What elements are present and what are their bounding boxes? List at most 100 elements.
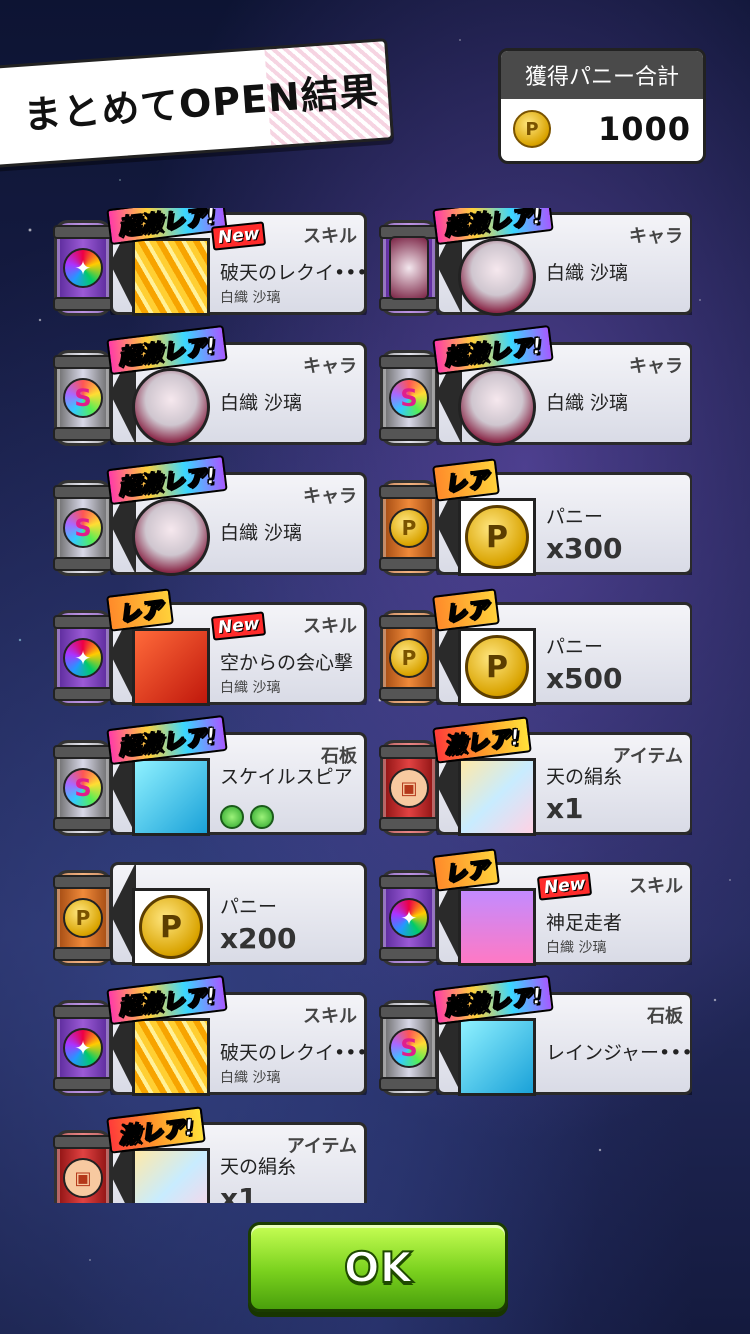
reward-name: パニー [546, 636, 604, 658]
pannie-total-value: 1000 [597, 110, 691, 148]
capsule-icon: P [53, 870, 113, 966]
coin-icon: P [513, 110, 551, 148]
reward-name: 空からの会心撃 [220, 652, 354, 674]
result-card[interactable]: S 超激レア! キャラ 白織 沙璃 [52, 454, 367, 576]
capsule-emblem-icon: S [63, 508, 103, 548]
capsule-icon: ✦ [53, 220, 113, 316]
pannie-total-panel: 獲得パニー合計 P 1000 [498, 48, 706, 164]
reward-type-label: アイテム [612, 746, 683, 767]
reward-thumbnail [458, 758, 536, 836]
reward-type-label: スキル [303, 616, 357, 637]
character-owner: 白織 沙璃 [220, 1070, 281, 1086]
reward-type-label: スキル [303, 1006, 357, 1027]
capsule-emblem-icon: S [63, 378, 103, 418]
reward-name: 白織 沙璃 [220, 392, 303, 414]
capsule-emblem-icon: S [63, 768, 103, 808]
character-owner: 白織 沙璃 [546, 940, 607, 956]
reward-thumbnail [458, 1018, 536, 1096]
reward-name: 破天のレクイ••• [220, 1042, 368, 1064]
character-owner: 白織 沙璃 [220, 680, 281, 696]
capsule-emblem-icon: ✦ [63, 638, 103, 678]
ok-button[interactable]: OK [248, 1222, 508, 1312]
result-card[interactable]: S 超激レア! 石板 レインジャー••• [378, 974, 692, 1096]
element-icon [220, 805, 244, 829]
capsule-emblem-icon [389, 236, 429, 300]
capsule-emblem-icon: ✦ [63, 248, 103, 288]
reward-thumbnail [458, 888, 536, 966]
capsule-icon [379, 220, 439, 316]
capsule-emblem-icon: P [63, 898, 103, 938]
capsule-icon: ▣ [379, 740, 439, 836]
result-card[interactable]: ▣ 激レア! アイテム 天の絹糸 x1 [378, 716, 692, 836]
result-card[interactable]: ✦ 超激レア! スキル 破天のレクイ••• 白織 沙璃 [52, 974, 368, 1096]
reward-thumbnail [132, 368, 210, 446]
reward-quantity: x200 [220, 922, 297, 955]
reward-name: パニー [220, 896, 278, 918]
element-icons [220, 805, 274, 829]
reward-name: 白織 沙璃 [546, 262, 629, 284]
result-card[interactable]: S 超激レア! 石板 スケイルスピア [52, 714, 367, 836]
reward-thumbnail [458, 238, 536, 316]
reward-quantity: x1 [220, 1182, 258, 1203]
reward-type-label: スキル [629, 876, 683, 897]
reward-name: スケイルスピア [220, 766, 353, 788]
result-card[interactable]: S 超激レア! キャラ 白織 沙璃 [52, 324, 367, 446]
result-card[interactable]: ✦ 超激レア! New スキル 破天のレクイ••• 白織 沙璃 [52, 208, 368, 316]
character-owner: 白織 沙璃 [220, 290, 281, 306]
reward-name: 白織 沙璃 [220, 522, 303, 544]
result-card[interactable]: ✦ レア New スキル 神足走者 白織 沙璃 [378, 848, 692, 966]
capsule-icon: ✦ [379, 870, 439, 966]
reward-type-label: キャラ [303, 356, 357, 377]
reward-thumbnail: P [132, 888, 210, 966]
capsule-icon: P [379, 610, 439, 706]
capsule-emblem-icon: ▣ [63, 1158, 103, 1198]
result-card[interactable]: S 超激レア! キャラ 白織 沙璃 [378, 324, 692, 446]
element-icon [250, 805, 274, 829]
result-card[interactable]: P P パニー x200 [52, 862, 367, 966]
reward-type-label: スキル [303, 226, 357, 247]
coin-icon: P [465, 505, 529, 569]
capsule-emblem-icon: ✦ [389, 898, 429, 938]
pannie-total-label: 獲得パニー合計 [501, 51, 703, 99]
capsule-icon: ▣ [53, 1130, 113, 1203]
page-title: まとめてOPEN結果 [21, 68, 381, 138]
reward-thumbnail [132, 758, 210, 836]
reward-quantity: x500 [546, 662, 623, 695]
reward-name: レインジャー••• [546, 1042, 692, 1064]
capsule-emblem-icon: S [389, 378, 429, 418]
capsule-emblem-icon: ✦ [63, 1028, 103, 1068]
reward-name: 白織 沙璃 [546, 392, 629, 414]
result-card[interactable]: ✦ レア New スキル 空からの会心撃 白織 沙璃 [52, 588, 367, 706]
capsule-icon: S [53, 350, 113, 446]
reward-thumbnail [132, 628, 210, 706]
reward-name: 神足走者 [546, 912, 623, 934]
result-card[interactable]: P P レア パニー x500 [378, 588, 692, 706]
coin-icon: P [465, 635, 529, 699]
reward-type-label: キャラ [629, 226, 683, 247]
reward-thumbnail: P [458, 498, 536, 576]
reward-type-label: アイテム [286, 1136, 357, 1157]
result-card[interactable]: ▣ 激レア! アイテム 天の絹糸 x1 [52, 1106, 367, 1203]
capsule-icon: S [53, 740, 113, 836]
reward-type-label: キャラ [303, 486, 357, 507]
reward-thumbnail [132, 1018, 210, 1096]
capsule-emblem-icon: S [389, 1028, 429, 1068]
capsule-icon: P [379, 480, 439, 576]
capsule-emblem-icon: P [389, 508, 429, 548]
reward-thumbnail [132, 498, 210, 576]
result-card[interactable]: P P レア パニー x300 [378, 458, 692, 576]
capsule-emblem-icon: P [389, 638, 429, 678]
reward-thumbnail [132, 1148, 210, 1203]
results-title-banner: まとめてOPEN結果 [0, 38, 395, 168]
result-card-grid: ✦ 超激レア! New スキル 破天のレクイ••• 白織 沙璃 超激レア! キャラ 白織 沙璃 S… [52, 208, 692, 1203]
reward-name: 天の絹糸 [220, 1156, 297, 1178]
result-card[interactable]: 超激レア! キャラ 白織 沙璃 [378, 208, 692, 316]
reward-name: 天の絹糸 [546, 766, 623, 788]
reward-thumbnail [132, 238, 210, 316]
capsule-icon: S [379, 350, 439, 446]
reward-thumbnail: P [458, 628, 536, 706]
coin-icon: P [139, 895, 203, 959]
capsule-icon: ✦ [53, 1000, 113, 1096]
capsule-icon: S [379, 1000, 439, 1096]
capsule-icon: S [53, 480, 113, 576]
